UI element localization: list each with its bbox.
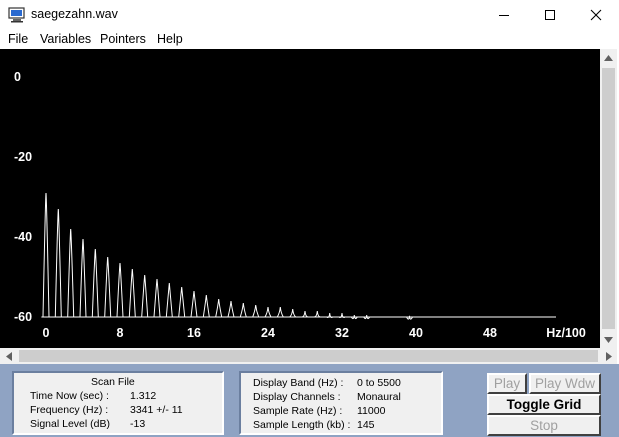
spectrum-peak — [252, 304, 260, 318]
close-icon — [590, 9, 602, 21]
scroll-left-icon — [5, 351, 12, 361]
spectrum-peak — [104, 256, 112, 318]
frequency-value: 3341 +/- 11 — [130, 404, 183, 416]
spectrum-peak — [153, 278, 161, 318]
display-channels-value: Monaural — [357, 391, 401, 403]
spectrum-peak — [79, 238, 87, 318]
vertical-scrollbar[interactable] — [600, 49, 617, 348]
scroll-down-button[interactable] — [600, 331, 617, 348]
spectrum-peak — [276, 306, 284, 318]
spectrum-peak — [239, 302, 247, 318]
window-title: saegezahn.wav — [31, 7, 118, 21]
spectrum-chart: 0 -20 -40 -60 0 8 16 24 32 40 48 Hz/100 — [14, 70, 586, 340]
display-channels-label: Display Channels : — [253, 391, 341, 403]
play-window-button[interactable]: Play Wdw — [529, 373, 601, 394]
spectrum-peak — [215, 298, 223, 318]
control-panel: Scan File Time Now (sec) : 1.312 Frequen… — [0, 364, 619, 437]
spectrum-peak — [165, 282, 173, 318]
scan-file-title: Scan File — [91, 376, 135, 388]
sample-length-label: Sample Length (kb) : — [253, 419, 351, 431]
horizontal-scrollbar[interactable] — [0, 348, 617, 364]
toggle-grid-button[interactable]: Toggle Grid — [487, 394, 601, 415]
app-icon — [8, 7, 25, 23]
y-tick-label: -40 — [14, 230, 32, 244]
y-tick-label: 0 — [14, 70, 21, 84]
close-button[interactable] — [573, 0, 619, 30]
title-bar: saegezahn.wav — [0, 0, 619, 30]
x-tick-label: 32 — [335, 326, 349, 340]
spectrum-peak — [289, 308, 297, 318]
scroll-right-icon — [605, 351, 612, 361]
play-button[interactable]: Play — [487, 373, 527, 394]
x-tick-label: 8 — [117, 326, 124, 340]
spectrum-peak — [264, 306, 272, 318]
menu-file[interactable]: File — [8, 32, 28, 46]
spectrum-peak — [314, 310, 321, 318]
vertical-scroll-thumb[interactable] — [602, 68, 615, 329]
sample-rate-value: 11000 — [357, 405, 386, 417]
x-axis-label: Hz/100 — [546, 326, 586, 340]
stop-button[interactable]: Stop — [487, 415, 601, 436]
spectrum-peak — [116, 262, 124, 318]
time-now-label: Time Now (sec) : — [30, 390, 109, 402]
sample-length-value: 145 — [357, 419, 375, 431]
scroll-down-icon — [604, 336, 613, 343]
x-tick-label: 0 — [43, 326, 50, 340]
signal-level-label: Signal Level (dB) — [30, 418, 110, 430]
x-tick-label: 24 — [261, 326, 275, 340]
y-tick-label: -20 — [14, 150, 32, 164]
spectrum-peak — [91, 248, 99, 318]
spectrum-peak — [67, 228, 75, 318]
frequency-label: Frequency (Hz) : — [30, 404, 109, 416]
scroll-right-button[interactable] — [600, 348, 617, 364]
display-band-value: 0 to 5500 — [357, 377, 401, 389]
spectrum-peak — [42, 192, 50, 318]
menu-bar: File Variables Pointers Help — [0, 30, 619, 49]
spectrum-peak — [141, 274, 149, 318]
minimize-button[interactable] — [481, 0, 527, 30]
display-info-box: Display Band (Hz) : 0 to 5500 Display Ch… — [239, 371, 443, 435]
scroll-up-button[interactable] — [600, 49, 617, 66]
spectrum-peak — [190, 290, 198, 318]
x-tick-label: 16 — [187, 326, 201, 340]
maximize-button[interactable] — [527, 0, 573, 30]
spectrum-peak — [54, 208, 62, 318]
menu-variables[interactable]: Variables — [40, 32, 91, 46]
app-window: saegezahn.wav File Variables Pointers He… — [0, 0, 619, 437]
minimize-icon — [499, 15, 509, 16]
horizontal-scroll-thumb[interactable] — [19, 350, 598, 362]
spectrum-peak — [202, 294, 210, 318]
spectrum-peak — [128, 268, 136, 318]
spectrum-peak — [178, 286, 186, 318]
maximize-icon — [545, 10, 555, 20]
spectrum-plot[interactable]: 0 -20 -40 -60 0 8 16 24 32 40 48 Hz/100 — [0, 49, 600, 348]
menu-pointers[interactable]: Pointers — [100, 32, 146, 46]
spectrum-peak — [301, 310, 309, 318]
spectrum-peak — [227, 300, 235, 318]
signal-level-value: -13 — [130, 418, 146, 430]
scan-file-box: Scan File Time Now (sec) : 1.312 Frequen… — [12, 371, 224, 435]
scroll-left-button[interactable] — [0, 348, 17, 364]
scroll-up-icon — [604, 54, 613, 61]
menu-help[interactable]: Help — [157, 32, 183, 46]
display-band-label: Display Band (Hz) : — [253, 377, 344, 389]
sample-rate-label: Sample Rate (Hz) : — [253, 405, 343, 417]
y-tick-label: -60 — [14, 310, 32, 324]
x-tick-label: 48 — [483, 326, 497, 340]
time-now-value: 1.312 — [130, 390, 157, 402]
x-tick-label: 40 — [409, 326, 423, 340]
